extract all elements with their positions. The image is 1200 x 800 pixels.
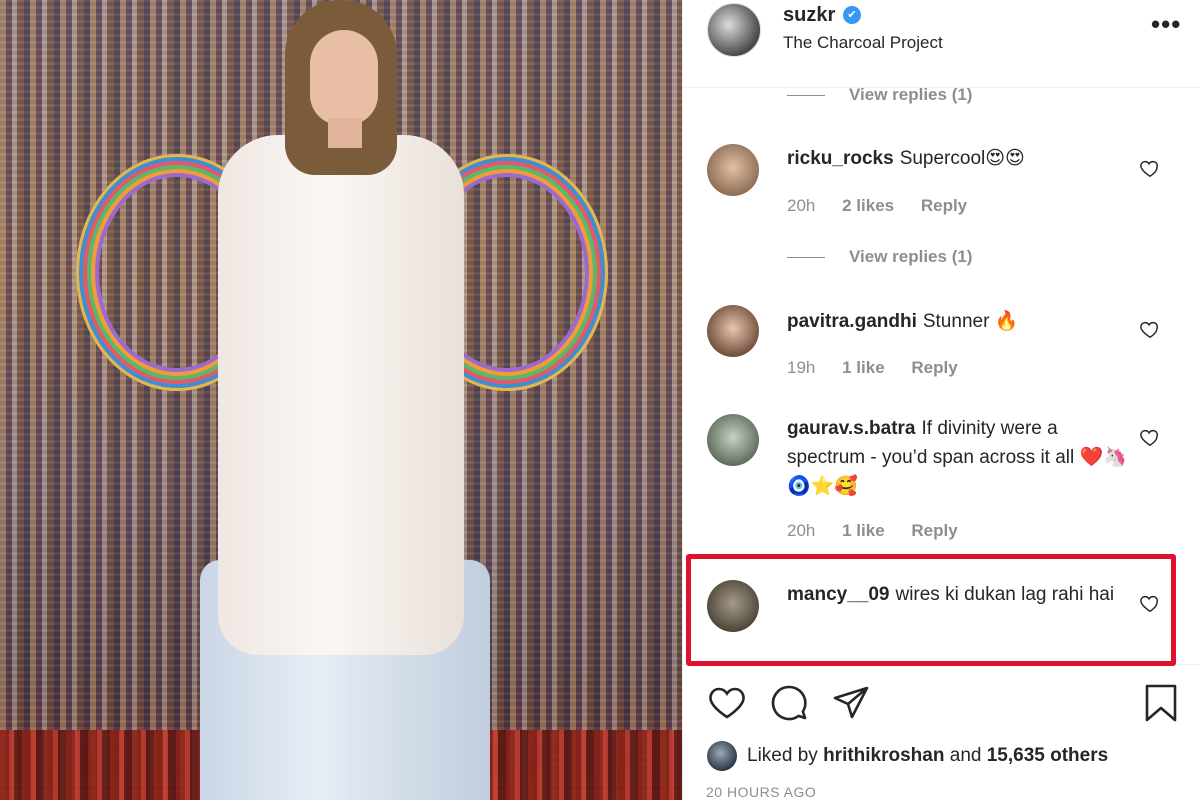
liker-username[interactable]: hrithikroshan xyxy=(823,745,944,766)
comment-likes[interactable]: 1 like xyxy=(842,521,885,540)
bookmark-icon[interactable] xyxy=(1143,683,1179,723)
commenter-username[interactable]: pavitra.gandhi xyxy=(787,311,917,332)
commenter-avatar[interactable] xyxy=(707,144,759,196)
more-horizontal-icon[interactable]: ••• xyxy=(1151,11,1181,37)
liked-by-and: and xyxy=(949,745,982,767)
comment-meta: 20h 1 like Reply xyxy=(787,521,980,541)
liked-by-summary: Liked by hrithikroshan and 15,635 others xyxy=(707,741,1108,771)
view-replies-label: View replies (1) xyxy=(849,247,973,266)
verified-badge-icon: ✔ xyxy=(843,6,861,24)
author-username[interactable]: suzkr xyxy=(783,4,835,27)
like-heart-icon[interactable] xyxy=(1139,318,1161,340)
post-timestamp: 20 HOURS AGO xyxy=(706,784,817,800)
view-replies-button[interactable]: View replies (1) xyxy=(787,247,972,267)
comment-meta: 20h 2 likes Reply xyxy=(787,196,989,216)
commenter-username[interactable]: gaurav.s.batra xyxy=(787,418,915,439)
reply-divider xyxy=(787,257,825,259)
comment-likes[interactable]: 2 likes xyxy=(842,196,894,215)
comment-likes[interactable]: 1 like xyxy=(842,358,885,377)
neck xyxy=(328,118,362,148)
share-send-icon[interactable] xyxy=(831,683,871,723)
comment-text-block: gaurav.s.batra If divinity were a spectru… xyxy=(787,414,1127,501)
liker-avatar[interactable] xyxy=(707,741,737,771)
comment-time: 20h xyxy=(787,521,816,540)
like-heart-icon[interactable] xyxy=(707,683,747,723)
commenter-avatar[interactable] xyxy=(707,414,759,466)
reply-button[interactable]: Reply xyxy=(911,521,957,540)
comment-time: 20h xyxy=(787,196,816,215)
view-replies-button[interactable]: View replies (1) xyxy=(787,85,972,105)
comment-bubble-icon[interactable] xyxy=(769,683,809,723)
post-actions: Liked by hrithikroshan and 15,635 others xyxy=(683,664,1200,784)
comment-text-block: pavitra.gandhi Stunner 🔥 xyxy=(787,307,1127,336)
like-heart-icon[interactable] xyxy=(1139,426,1161,448)
highlight-box xyxy=(686,554,1176,666)
face xyxy=(310,30,378,125)
comment-text: Supercool😍😍 xyxy=(899,148,1025,169)
comment-time: 19h xyxy=(787,358,816,377)
commenter-avatar[interactable] xyxy=(707,305,759,357)
reply-button[interactable]: Reply xyxy=(911,358,957,377)
view-replies-label: View replies (1) xyxy=(849,85,973,104)
post-image[interactable] xyxy=(0,0,682,800)
reply-button[interactable]: Reply xyxy=(921,196,967,215)
commenter-username[interactable]: ricku_rocks xyxy=(787,148,894,169)
comment-meta: 19h 1 like Reply xyxy=(787,358,980,378)
like-heart-icon[interactable] xyxy=(1139,157,1161,179)
shirt xyxy=(218,135,464,655)
liked-by-prefix: Liked by xyxy=(747,745,818,767)
comment-text: Stunner 🔥 xyxy=(922,311,1019,332)
post-header: suzkr ✔ The Charcoal Project ••• xyxy=(683,0,1200,88)
likes-count[interactable]: 15,635 others xyxy=(987,745,1108,766)
post-location[interactable]: The Charcoal Project xyxy=(783,33,943,53)
author-avatar[interactable] xyxy=(707,3,761,57)
reply-divider xyxy=(787,95,825,97)
post-side-panel: suzkr ✔ The Charcoal Project ••• View re… xyxy=(682,0,1200,800)
comment-text-block: ricku_rocks Supercool😍😍 xyxy=(787,144,1127,173)
